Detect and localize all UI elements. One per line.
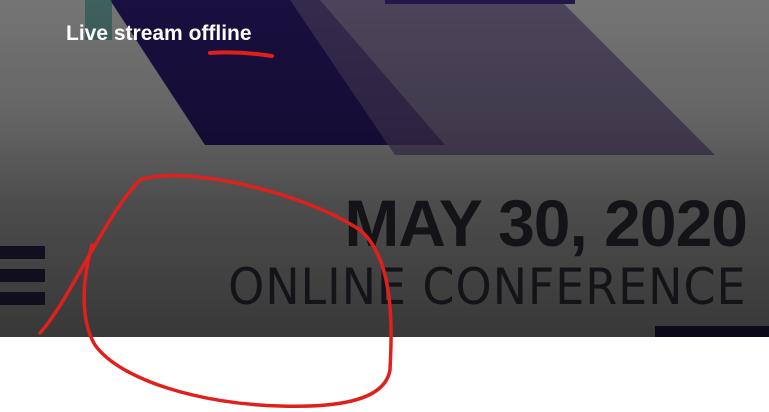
event-subtitle: ONLINE CONFERENCE	[228, 258, 747, 316]
stream-status-word: offline	[188, 22, 252, 45]
stream-status: Live stream offline	[66, 21, 252, 46]
stream-offline-banner: MAY 30, 2020 ONLINE CONFERENCE Live stre…	[0, 0, 769, 337]
event-date: MAY 30, 2020	[344, 186, 748, 260]
stream-status-prefix: Live stream	[66, 22, 183, 45]
